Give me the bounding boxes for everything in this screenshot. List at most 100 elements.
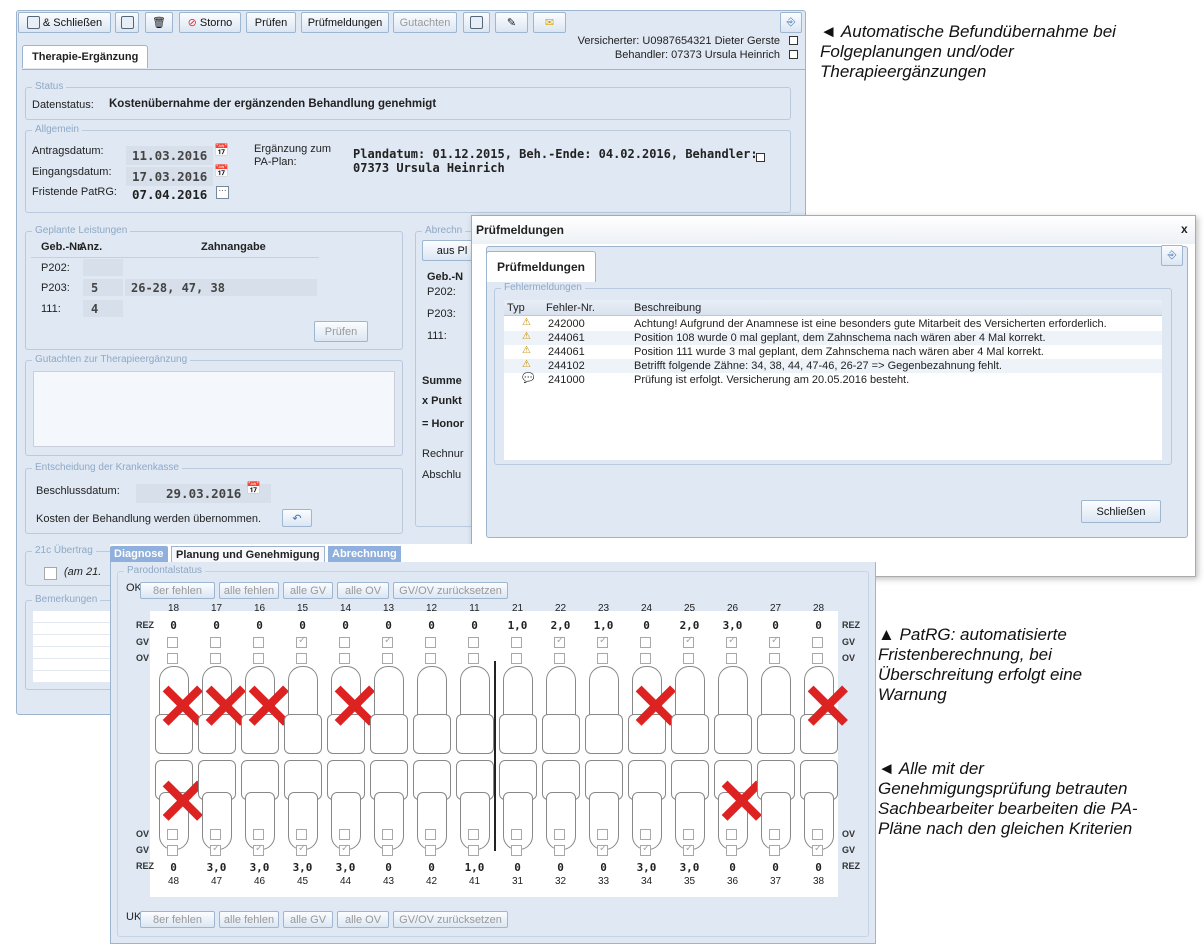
leistung-row[interactable]: P202:	[31, 257, 319, 277]
dialog-close-button[interactable]: Schließen	[1081, 500, 1161, 523]
gv-checkbox[interactable]	[511, 637, 522, 648]
ov-checkbox[interactable]	[253, 653, 264, 664]
save-button[interactable]	[115, 12, 139, 33]
gv-checkbox[interactable]	[769, 845, 780, 856]
ov-checkbox[interactable]	[468, 829, 479, 840]
tab-planung[interactable]: Planung und Genehmigung	[171, 546, 325, 562]
fehler-row[interactable]: ⚠ 242000 Achtung! Aufgrund der Anamnese is…	[504, 317, 1162, 331]
fehler-row[interactable]: 💬 241000 Prüfung ist erfolgt. Versicherung…	[504, 373, 1162, 387]
tab-therapie-ergaenzung[interactable]: Therapie-Ergänzung	[22, 45, 149, 68]
ov-checkbox[interactable]	[339, 653, 350, 664]
tab-diagnose[interactable]: Diagnose	[110, 546, 168, 562]
gv-checkbox[interactable]	[253, 843, 264, 856]
bemerkungen-textarea[interactable]	[33, 611, 119, 683]
uk-btn[interactable]: GV/OV zurücksetzen	[393, 911, 508, 928]
delete-button[interactable]: 🗑	[145, 12, 173, 33]
tab-abrechnung[interactable]: Abrechnung	[328, 546, 401, 562]
calendar-icon[interactable]: 📅	[246, 481, 261, 495]
ov-checkbox[interactable]	[511, 829, 522, 840]
gv-checkbox[interactable]	[640, 637, 651, 648]
ok-btn[interactable]: alle GV	[283, 582, 333, 599]
ov-checkbox[interactable]	[210, 829, 221, 840]
ov-checkbox[interactable]	[554, 653, 565, 664]
pruefmeldungen-button[interactable]: Prüfmeldungen	[301, 12, 389, 33]
gv-checkbox[interactable]	[726, 845, 737, 856]
ov-checkbox[interactable]	[683, 653, 694, 664]
calendar-icon[interactable]: 📅	[214, 164, 229, 178]
pruefen-button[interactable]: Prüfen	[246, 12, 296, 33]
col-typ[interactable]: Typ	[507, 302, 525, 314]
exit-button[interactable]: ⎆	[780, 12, 802, 33]
gv-checkbox[interactable]	[769, 635, 780, 648]
fehler-row[interactable]: ⚠ 244061 Position 111 wurde 3 mal geplant,…	[504, 345, 1162, 359]
mail-button[interactable]: ✉	[533, 12, 566, 33]
ov-checkbox[interactable]	[167, 829, 178, 840]
ok-btn[interactable]: 8er fehlen	[140, 582, 215, 599]
ok-btn[interactable]: alle OV	[337, 582, 389, 599]
ov-checkbox[interactable]	[597, 653, 608, 664]
fehler-row[interactable]: ⚠ 244061 Position 108 wurde 0 mal geplant,…	[504, 331, 1162, 345]
uk-btn[interactable]: alle fehlen	[219, 911, 279, 928]
gv-checkbox[interactable]	[296, 635, 307, 648]
ov-checkbox[interactable]	[511, 653, 522, 664]
leistung-row[interactable]: P203: 5 26-28, 47, 38	[31, 278, 319, 298]
fehler-row[interactable]: ⚠ 244102 Betrifft folgende Zähne: 34, 38, …	[504, 359, 1162, 373]
ov-checkbox[interactable]	[597, 829, 608, 840]
plan-link-icon[interactable]	[756, 153, 765, 162]
ov-checkbox[interactable]	[253, 829, 264, 840]
ov-checkbox[interactable]	[382, 653, 393, 664]
uebertrag-checkbox[interactable]	[44, 567, 57, 580]
gutachten-textarea[interactable]	[33, 371, 395, 447]
ov-checkbox[interactable]	[812, 653, 823, 664]
gv-checkbox[interactable]	[597, 635, 608, 648]
undo-button[interactable]: ↶	[282, 509, 312, 527]
ov-checkbox[interactable]	[296, 653, 307, 664]
gv-checkbox[interactable]	[726, 635, 737, 648]
gv-checkbox[interactable]	[812, 637, 823, 648]
ov-checkbox[interactable]	[167, 653, 178, 664]
gv-checkbox[interactable]	[511, 845, 522, 856]
gv-checkbox[interactable]	[468, 845, 479, 856]
ov-checkbox[interactable]	[726, 653, 737, 664]
gv-checkbox[interactable]	[210, 843, 221, 856]
gv-checkbox[interactable]	[339, 637, 350, 648]
gv-checkbox[interactable]	[640, 843, 651, 856]
ov-checkbox[interactable]	[640, 653, 651, 664]
ov-checkbox[interactable]	[425, 653, 436, 664]
ov-checkbox[interactable]	[339, 829, 350, 840]
gv-checkbox[interactable]	[339, 843, 350, 856]
gv-checkbox[interactable]	[382, 845, 393, 856]
ok-btn[interactable]: GV/OV zurücksetzen	[393, 582, 508, 599]
gv-checkbox[interactable]	[167, 637, 178, 648]
ov-checkbox[interactable]	[382, 829, 393, 840]
gv-checkbox[interactable]	[167, 845, 178, 856]
versicherter-link-icon[interactable]	[789, 36, 798, 45]
frist-picker-button[interactable]: ···	[216, 186, 229, 199]
ov-checkbox[interactable]	[769, 829, 780, 840]
ok-btn[interactable]: alle fehlen	[219, 582, 279, 599]
ov-checkbox[interactable]	[640, 829, 651, 840]
ov-checkbox[interactable]	[296, 829, 307, 840]
leistung-row[interactable]: 111: 4	[31, 299, 319, 319]
ov-checkbox[interactable]	[468, 653, 479, 664]
gv-checkbox[interactable]	[683, 635, 694, 648]
calendar-icon[interactable]: 📅	[214, 143, 229, 157]
gv-checkbox[interactable]	[812, 843, 823, 856]
gv-checkbox[interactable]	[468, 637, 479, 648]
storno-button[interactable]: ⊘ Storno	[179, 12, 241, 33]
gv-checkbox[interactable]	[554, 635, 565, 648]
gv-checkbox[interactable]	[597, 843, 608, 856]
col-fehlernr[interactable]: Fehler-Nr.	[546, 302, 595, 314]
gv-checkbox[interactable]	[296, 843, 307, 856]
ov-checkbox[interactable]	[425, 829, 436, 840]
save-close-button[interactable]: & Schließen	[18, 12, 111, 33]
clipboard-button[interactable]	[463, 12, 490, 33]
leistungen-pruefen-button[interactable]: Prüfen	[314, 321, 368, 342]
gv-checkbox[interactable]	[382, 635, 393, 648]
gv-checkbox[interactable]	[425, 845, 436, 856]
edit-button[interactable]: ✎	[495, 12, 528, 33]
close-icon[interactable]: x	[1181, 222, 1188, 236]
col-beschreibung[interactable]: Beschreibung	[634, 302, 701, 314]
gutachten-button[interactable]: Gutachten	[393, 12, 457, 33]
ov-checkbox[interactable]	[554, 829, 565, 840]
